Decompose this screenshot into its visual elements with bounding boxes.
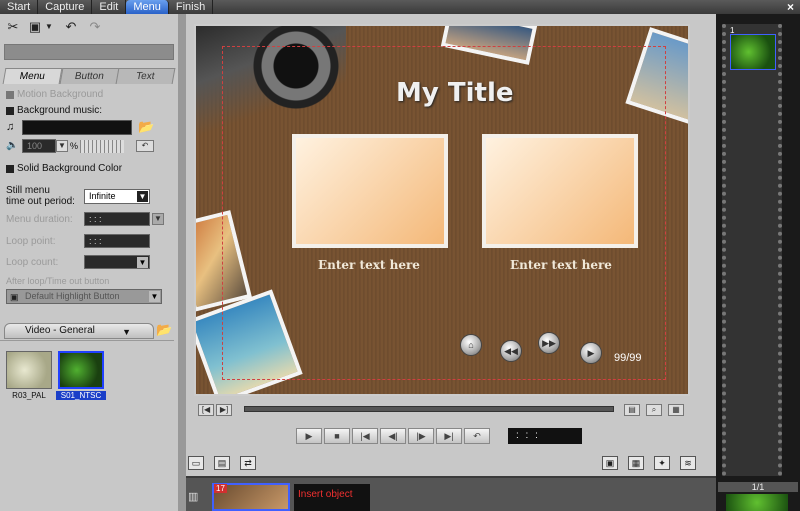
loop-point-field[interactable]: : : : (84, 234, 150, 248)
repeat-button[interactable]: ↶ (464, 428, 490, 444)
close-icon[interactable]: × (787, 0, 794, 14)
solid-background-checkbox[interactable] (6, 164, 14, 173)
music-file-field[interactable] (22, 120, 132, 135)
solid-background-option[interactable]: Solid Background Color (6, 163, 122, 174)
percent-label: % (70, 141, 79, 151)
volume-field[interactable]: 100 (22, 139, 56, 153)
tab-start[interactable]: Start (0, 0, 39, 14)
reset-icon[interactable]: ↶ (136, 140, 154, 152)
play-button[interactable]: ▶ (296, 428, 322, 444)
volume-slider[interactable] (80, 140, 124, 153)
play-nav-button[interactable]: ▶ (580, 342, 602, 364)
filmstrip-thumbnail[interactable] (730, 34, 776, 70)
menu-name-field[interactable] (4, 44, 174, 60)
tab-edit[interactable]: Edit (92, 0, 127, 14)
page-counter: 99/99 (614, 352, 642, 364)
menu-duration-label: Menu duration: (6, 214, 73, 225)
loop-count-dropdown-icon[interactable]: ▼ (137, 257, 148, 268)
thumbnail-caption-2[interactable]: Enter text here (510, 258, 612, 272)
music-note-icon: ♫ (6, 121, 15, 133)
tab-menu[interactable]: Menu (126, 0, 169, 14)
tab-finish[interactable]: Finish (169, 0, 214, 14)
save-dropdown-icon[interactable]: ▼ (44, 18, 54, 36)
panel-divider[interactable] (178, 14, 186, 511)
loop-count-field[interactable]: ▼ (84, 255, 150, 269)
storyboard-view-icon[interactable]: ▭ (188, 456, 204, 470)
track-icon: ▥ (188, 491, 199, 503)
background-music-option[interactable]: Background music: (6, 105, 102, 116)
speaker-icon: 🔈 (6, 140, 19, 151)
menu-title[interactable]: My Title (396, 78, 514, 108)
clip-number-badge: 17 (214, 484, 227, 493)
next-nav-button[interactable]: ▶▶ (538, 332, 560, 354)
thumbnail-label: S01_NTSC (56, 391, 106, 400)
filmstrip-page-indicator: 1/1 (718, 482, 798, 492)
transport-controls: ▶ ■ |◀ ◀| |▶ ▶| ↶ (296, 428, 506, 444)
mark-in-icon[interactable]: [◀ (198, 404, 214, 416)
preview-zoom-icon[interactable]: ⌕ (646, 404, 662, 416)
library-thumbnails: R03_PAL S01_NTSC (0, 340, 174, 511)
prev-nav-button[interactable]: ◀◀ (500, 340, 522, 362)
still-menu-label: Still menu (6, 185, 50, 196)
background-music-checkbox[interactable] (6, 106, 14, 115)
highlight-button-select[interactable]: ▣ Default Highlight Button ▼ (6, 289, 162, 304)
end-button[interactable]: ▶| (436, 428, 462, 444)
layout-icon[interactable]: ≋ (680, 456, 696, 470)
filmstrip-preview[interactable] (726, 494, 788, 511)
button-icon: ▣ (10, 292, 19, 302)
home-button[interactable]: |◀ (352, 428, 378, 444)
thumbnail-label: R03_PAL (12, 391, 46, 400)
next-frame-button[interactable]: |▶ (408, 428, 434, 444)
insert-object-slot[interactable]: Insert object (294, 484, 370, 511)
thumbnail-r03-pal[interactable] (6, 351, 52, 389)
timeline-view-icon[interactable]: ▤ (214, 456, 230, 470)
thumbnail-caption-1[interactable]: Enter text here (318, 258, 420, 272)
preview-slider-row: [◀ ▶] ▤ ⌕ ▦ (194, 402, 690, 418)
thumbnail-s01-ntsc[interactable] (58, 351, 104, 389)
menu-thumbnail-2[interactable] (482, 134, 638, 248)
scissors-icon[interactable]: ✂ (4, 18, 22, 36)
menu-preview[interactable]: My Title Enter text here Enter text here… (194, 24, 690, 396)
save-icon[interactable]: ▣ (26, 18, 44, 36)
loop-point-label: Loop point: (6, 236, 56, 247)
motion-background-option[interactable]: Motion Background (6, 89, 103, 100)
subtab-text[interactable]: Text (115, 68, 176, 84)
subtab-button[interactable]: Button (59, 68, 119, 84)
volume-dropdown-icon[interactable]: ▼ (56, 140, 68, 152)
chevron-down-icon[interactable]: ▼ (137, 191, 148, 202)
menu-thumbnail-1[interactable] (292, 134, 448, 248)
top-navigation: Start Capture Edit Menu Finish (0, 0, 800, 14)
menu-duration-dropdown-icon[interactable]: ▼ (152, 213, 164, 225)
tab-capture[interactable]: Capture (38, 0, 93, 14)
effects-icon[interactable]: ✦ (654, 456, 670, 470)
folder-icon[interactable]: 📂 (138, 119, 154, 135)
preview-option-icon[interactable]: ▤ (624, 404, 640, 416)
project-properties-icon[interactable]: ▣ (602, 456, 618, 470)
filmstrip-track[interactable] (722, 24, 782, 476)
video-general-selector[interactable]: Video - General ▼ (4, 323, 154, 339)
sub-tabs: Menu Button Text (2, 68, 176, 84)
subtab-menu[interactable]: Menu (2, 68, 63, 84)
timeout-period-label: time out period: (6, 196, 75, 207)
preview-timeline-track[interactable] (244, 406, 614, 412)
chevron-down-icon[interactable]: ▼ (122, 325, 131, 339)
mark-out-icon[interactable]: ▶] (216, 404, 232, 416)
folder-open-icon[interactable]: 📂 (156, 322, 172, 338)
timecode-display[interactable]: : : : (508, 428, 582, 444)
redo-icon[interactable]: ↷ (86, 18, 104, 36)
highlight-dropdown-icon[interactable]: ▼ (149, 291, 160, 302)
chapter-menu-icon[interactable]: ▦ (628, 456, 644, 470)
undo-icon[interactable]: ↶ (62, 18, 80, 36)
timeout-select[interactable]: Infinite ▼ (84, 189, 150, 204)
after-loop-label: After loop/Time out button (6, 276, 110, 286)
previous-frame-button[interactable]: ◀| (380, 428, 406, 444)
loop-count-label: Loop count: (6, 257, 59, 268)
home-nav-button[interactable]: ⌂ (460, 334, 482, 356)
stop-button[interactable]: ■ (324, 428, 350, 444)
motion-background-checkbox[interactable] (6, 90, 14, 99)
menu-duration-field[interactable]: : : : (84, 212, 150, 226)
audio-view-icon[interactable]: ⇄ (240, 456, 256, 470)
preview-settings-icon[interactable]: ▦ (668, 404, 684, 416)
